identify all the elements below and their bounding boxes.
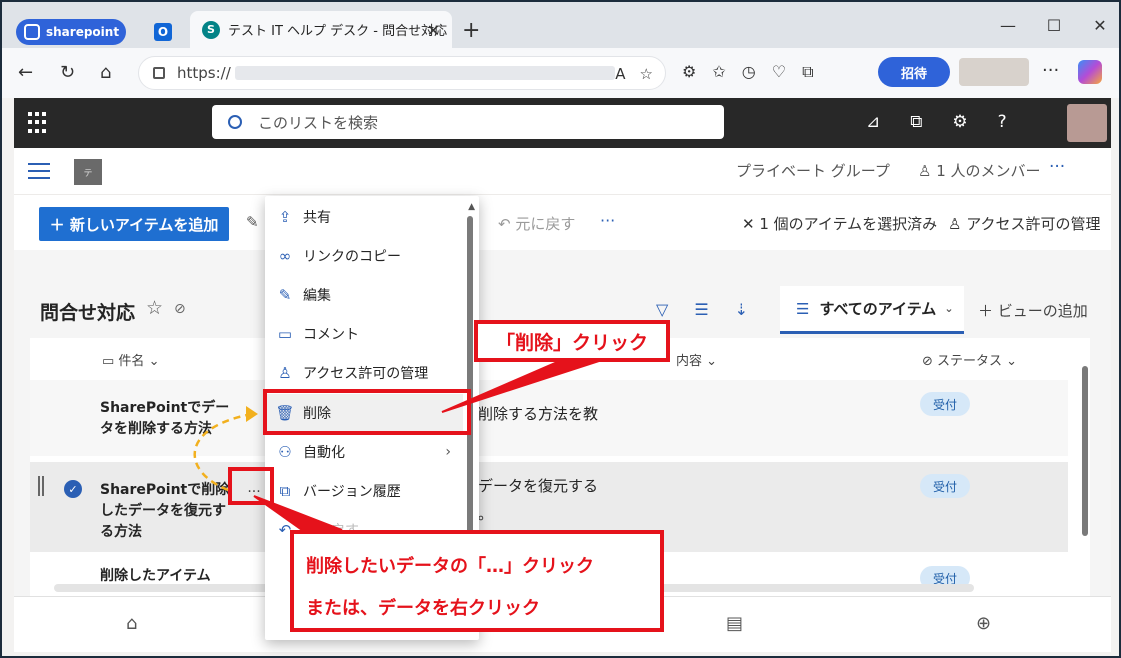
delete-callout: 「削除」クリック [474,320,670,362]
dashed-curve-arrow [193,412,253,492]
browser-window: sharepoint O S テスト IT ヘルプ デスク - 問合せ対応 ✕ … [0,0,1121,658]
dots-callout-line1: 削除したいデータの「…」クリック [306,556,594,577]
dashed-arrow-head [246,406,258,422]
dots-callout-line2: または、データを右クリック [306,598,540,619]
delete-callout-arrow [441,359,603,413]
dots-callout-arrow [253,495,343,531]
dots-callout: 削除したいデータの「…」クリック または、データを右クリック [290,530,664,632]
